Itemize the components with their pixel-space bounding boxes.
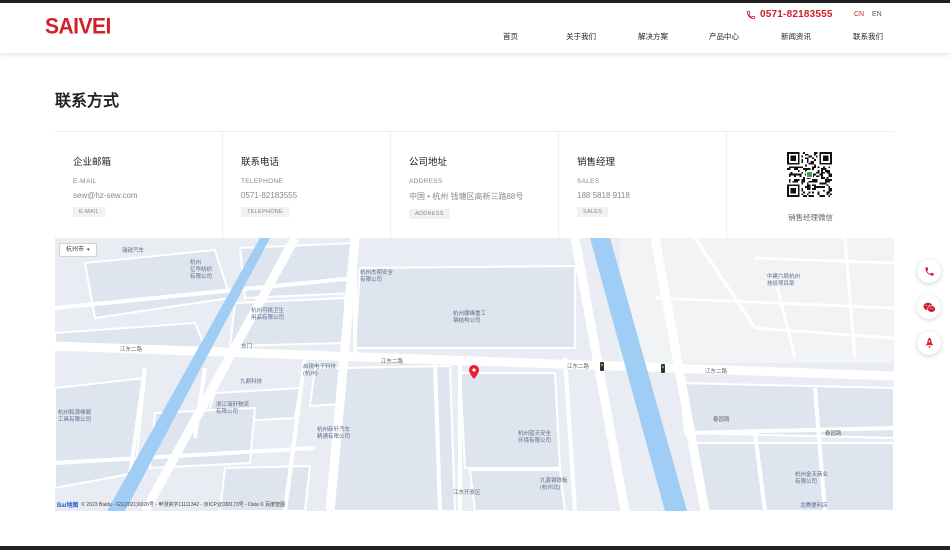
wechat-icon	[923, 302, 936, 313]
map-poi-label: 龙腾便利店	[800, 503, 828, 509]
card-title: 公司地址	[409, 157, 448, 168]
rocket-icon	[925, 337, 933, 349]
map-road-label: 江东开发区	[453, 490, 481, 496]
map-poi-label: 中建六局杭州 技班项目部	[767, 274, 801, 287]
map-road-label: 春园路	[713, 417, 730, 423]
contact-card-address: 公司地址 ADDRESS 中国 • 杭州 钱塘区高新三路88号 ADDRESS	[391, 132, 559, 241]
contact-card-qr: 销售经理微信	[727, 132, 894, 241]
nav-item-news[interactable]: 新闻资讯	[781, 31, 811, 42]
card-label-en: SALES	[577, 178, 600, 185]
baidu-map-logo[interactable]: Bai地图	[57, 500, 78, 509]
contact-card-sales: 销售经理 SALES 188 5818 9118 SALES	[559, 132, 727, 241]
map-poi-label: 杭州金天商业 有限公司	[795, 472, 829, 485]
map-copyright: Bai地图 © 2023 Baidu - GS(2021)6026号 - 甲测资…	[57, 500, 285, 509]
lang-en-link[interactable]: EN	[872, 11, 882, 18]
email-value[interactable]: sew@hz-sew.com	[73, 191, 222, 200]
page: SAIVEI 0571-82183555 CN EN 首页 关于我们 解决方案 …	[0, 3, 950, 546]
map-road-label: 春园路	[825, 431, 842, 437]
bottom-edge-bar	[0, 546, 950, 550]
card-label-en: E-MAIL	[73, 178, 97, 185]
card-label-en: ADDRESS	[409, 178, 443, 185]
telephone-value[interactable]: 0571-82183555	[241, 191, 390, 200]
phone-icon	[746, 10, 756, 19]
map-poi-label: 启锐电子科技 (杭州)	[303, 364, 337, 377]
phone-icon	[924, 266, 934, 276]
address-value: 中国 • 杭州 钱塘区高新三路88号	[409, 192, 524, 201]
baidu-map[interactable]: 杭州市 ▾ 瑞锐汽车 杭州 亿华纺织 有限公司 杭州杰明安全 有限公司 杭州可挑…	[55, 238, 894, 511]
chevron-down-icon: ▾	[87, 247, 90, 253]
float-top-button[interactable]	[917, 331, 941, 355]
card-title: 联系电话	[241, 157, 280, 168]
qr-code-icon	[787, 152, 832, 197]
map-poi-label: 杭州顺峰重工 钢结构公司	[453, 311, 487, 324]
nav-item-products[interactable]: 产品中心	[709, 31, 739, 42]
map-poi-label: 杭州蓝天安全 环境有限公司	[518, 431, 552, 444]
main-nav: 首页 关于我们 解决方案 产品中心 新闻资讯 联系我们	[0, 31, 950, 45]
map-copyright-text: © 2023 Baidu - GS(2021)6026号 - 甲测资字11111…	[81, 502, 286, 508]
contact-card-email: 企业邮箱 E-MAIL sew@hz-sew.com E-MAIL	[55, 132, 223, 241]
card-tag: ADDRESS	[409, 209, 450, 219]
map-poi-label: 杭州 亿华纺织 有限公司	[190, 260, 213, 280]
card-tag: E-MAIL	[73, 207, 106, 217]
location-marker-icon[interactable]	[469, 365, 479, 379]
map-road-label: 江东二路	[381, 359, 404, 365]
map-poi-label: 杭州可挑卫生 用品有限公司	[251, 308, 285, 321]
header-phone-number: 0571-82183555	[760, 9, 833, 20]
lang-cn-link[interactable]: CN	[854, 11, 864, 18]
map-poi-label: 九鑫钢铁板 (杭州北)	[540, 478, 568, 491]
map-poi-label: 九鼎科技	[240, 379, 263, 385]
header-phone[interactable]: 0571-82183555	[746, 9, 833, 20]
card-tag: SALES	[577, 207, 609, 217]
site-header: SAIVEI 0571-82183555 CN EN 首页 关于我们 解决方案 …	[0, 3, 950, 53]
sales-phone-value[interactable]: 188 5818 9118	[577, 191, 726, 200]
map-road-label: 江东二路	[120, 347, 143, 353]
map-poi-label: 东门	[241, 344, 253, 350]
nav-item-solutions[interactable]: 解决方案	[638, 31, 668, 42]
map-poi-label: 杭州杰明安全 有限公司	[360, 270, 394, 283]
nav-item-about[interactable]: 关于我们	[566, 31, 596, 42]
map-road-label: 江东二路	[567, 364, 590, 370]
map-poi-label: 瑞锐汽车	[122, 248, 145, 254]
map-poi-label: 杭州和源梯阁 工具有限公司	[58, 410, 92, 423]
nav-item-contact[interactable]: 联系我们	[853, 31, 883, 42]
map-road-label: 江东二路	[705, 369, 728, 375]
map-poi-label: 杭州新轩汽车 精通有限公司	[317, 427, 351, 440]
map-poi-label: 浙江瑞轩物流 有限公司	[216, 402, 250, 415]
nav-item-home[interactable]: 首页	[503, 31, 518, 42]
contact-card-telephone: 联系电话 TELEPHONE 0571-82183555 TELEPHONE	[223, 132, 391, 241]
contact-cards: 企业邮箱 E-MAIL sew@hz-sew.com E-MAIL 联系电话 T…	[55, 131, 894, 241]
city-selector[interactable]: 杭州市 ▾	[59, 243, 97, 257]
city-selector-label: 杭州市	[66, 247, 85, 253]
card-label-en: TELEPHONE	[241, 178, 284, 185]
float-wechat-button[interactable]	[917, 295, 941, 319]
page-title: 联系方式	[55, 93, 120, 110]
float-phone-button[interactable]	[917, 259, 941, 283]
card-title: 销售经理	[577, 157, 616, 168]
qr-caption: 销售经理微信	[788, 213, 833, 222]
card-title: 企业邮箱	[73, 157, 112, 168]
card-tag: TELEPHONE	[241, 207, 290, 217]
